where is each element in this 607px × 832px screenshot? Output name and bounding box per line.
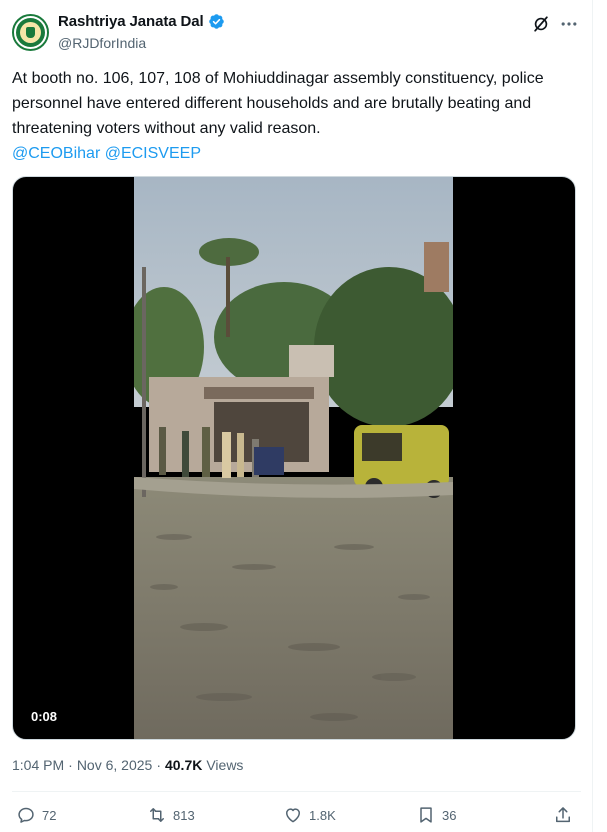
meta-separator: ·: [68, 757, 73, 773]
electric-pole: [142, 267, 146, 497]
rjd-logo-ring: [16, 18, 45, 47]
repost-count: 813: [173, 807, 195, 823]
repost-icon: [150, 808, 164, 822]
tweet-text: At booth no. 106, 107, 108 of Mohiuddina…: [12, 66, 572, 166]
video-frame[interactable]: [134, 177, 453, 740]
motorcycle: [254, 447, 284, 475]
like-count: 1.8K: [309, 807, 336, 823]
tweet-body: At booth no. 106, 107, 108 of Mohiuddina…: [12, 70, 544, 137]
video-duration: 0:08: [27, 708, 62, 725]
bookmark-count: 36: [442, 807, 457, 823]
author-name-row: Rashtriya Janata Dal: [58, 13, 225, 30]
like-icon: [286, 808, 300, 823]
views-label: Views: [206, 757, 244, 773]
reply-icon: [18, 807, 34, 823]
more-icon[interactable]: [559, 14, 579, 34]
repost-button[interactable]: 813: [147, 805, 195, 825]
reply-count: 72: [42, 807, 57, 823]
share-icon: [556, 807, 570, 823]
author-avatar[interactable]: [12, 14, 49, 51]
views-count: 40.7K: [164, 757, 203, 773]
reply-button[interactable]: 72: [16, 805, 56, 825]
divider: [12, 791, 581, 792]
grok-icon[interactable]: [531, 14, 551, 34]
tweet-time[interactable]: 1:04 PM: [12, 757, 64, 773]
author-handle[interactable]: @RJDforIndia: [58, 35, 146, 51]
like-button[interactable]: 1.8K: [283, 805, 336, 825]
author-display-name[interactable]: Rashtriya Janata Dal: [58, 13, 204, 30]
action-bar: 72 813 1.8K 36: [12, 805, 581, 829]
tweet-card[interactable]: Rashtriya Janata Dal @RJDforIndia At boo…: [0, 0, 593, 832]
video-player[interactable]: 0:08: [12, 176, 576, 740]
rjd-logo-icon: [20, 22, 41, 43]
meta-separator-2: ·: [156, 757, 161, 773]
tweet-date[interactable]: Nov 6, 2025: [77, 757, 153, 773]
bookmark-icon: [420, 807, 432, 823]
bookmark-button[interactable]: 36: [416, 805, 456, 825]
tweet-mentions[interactable]: @CEOBihar @ECISVEEP: [12, 145, 201, 162]
verified-badge-icon: [208, 14, 224, 29]
share-button[interactable]: [553, 805, 573, 825]
tweet-meta: 1:04 PM · Nov 6, 2025 · 40.7K Views: [12, 757, 243, 773]
